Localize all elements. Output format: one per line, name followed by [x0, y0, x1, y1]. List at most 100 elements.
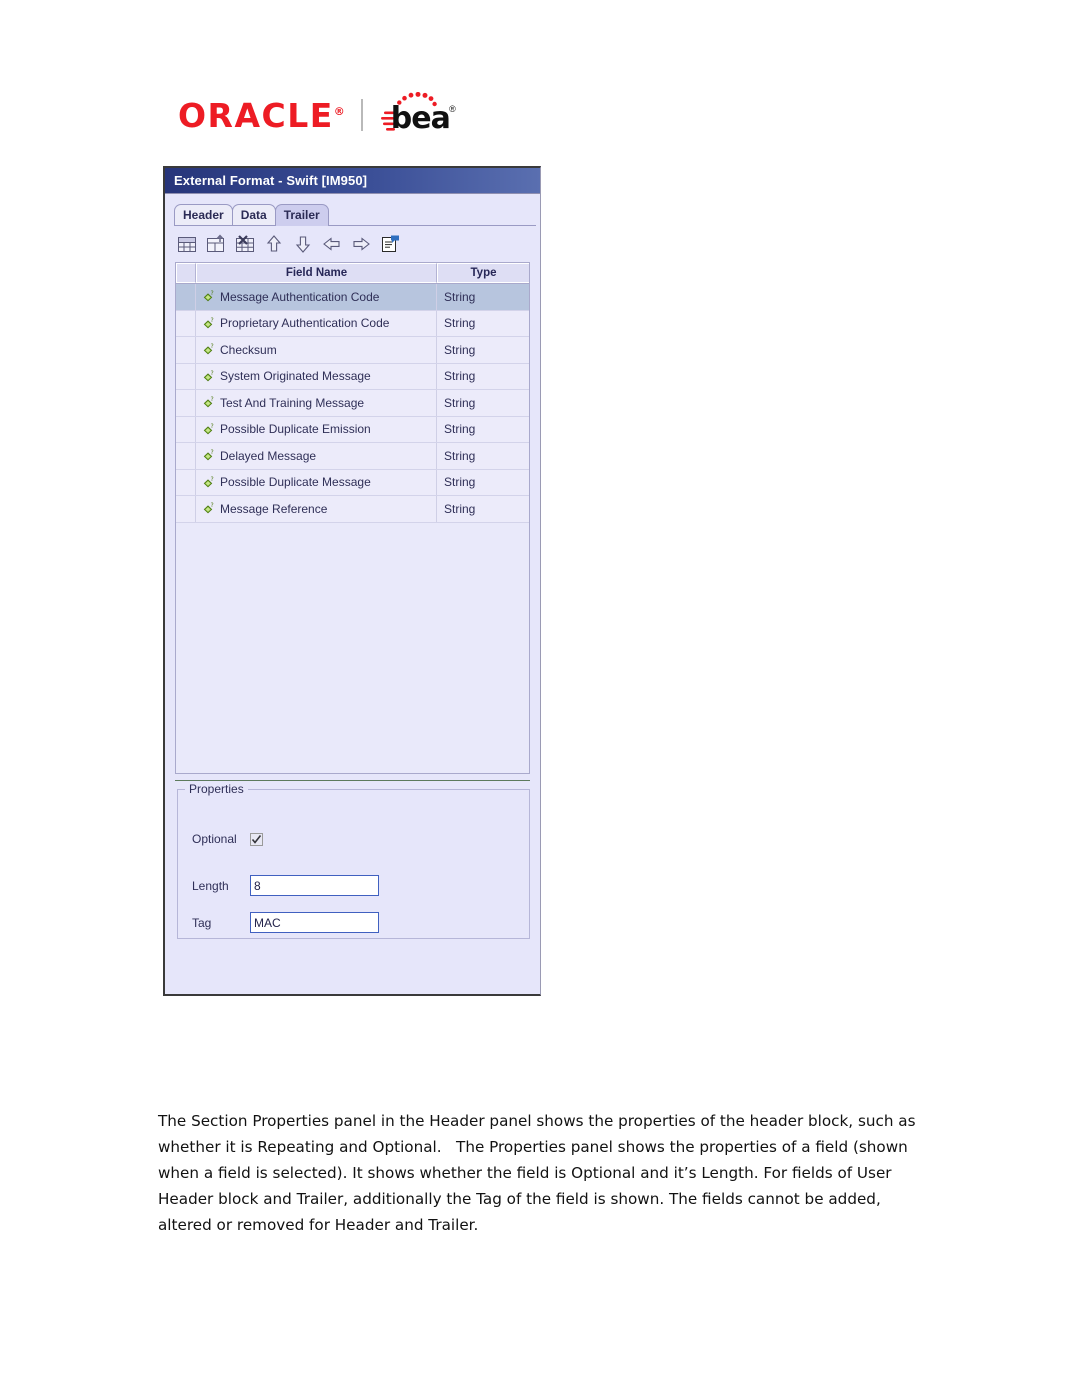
green-diamond-field-icon: ? — [202, 317, 215, 330]
move-down-icon[interactable] — [291, 232, 315, 256]
cell-type: String — [444, 448, 476, 463]
optional-checkbox[interactable] — [250, 832, 263, 846]
tag-label: Tag — [192, 915, 212, 930]
move-right-icon[interactable] — [349, 232, 373, 256]
field-name-text: Checksum — [220, 342, 277, 357]
move-left-icon[interactable] — [320, 232, 344, 256]
row-select-cell[interactable] — [176, 337, 196, 363]
cell-type: String — [444, 501, 476, 516]
table-body: ? Message Authentication Code String? Propr… — [176, 284, 529, 523]
svg-text:?: ? — [211, 317, 214, 324]
field-name-text: System Originated Message — [220, 369, 371, 384]
move-up-icon[interactable] — [262, 232, 286, 256]
checkmark-icon — [251, 834, 262, 844]
properties-legend: Properties — [185, 782, 248, 796]
optional-row: Optional — [192, 832, 263, 846]
svg-text:?: ? — [211, 343, 214, 350]
field-name-text: Possible Duplicate Emission — [220, 422, 371, 437]
row-select-cell[interactable] — [176, 363, 196, 389]
row-select-cell[interactable] — [176, 443, 196, 469]
cell-field-name: ? Proprietary Authentication Code — [196, 310, 437, 336]
row-select-cell[interactable] — [176, 310, 196, 336]
cell-type: String — [444, 369, 476, 384]
oracle-wordmark: ORACLE® — [178, 99, 345, 132]
green-diamond-field-icon: ? — [202, 290, 215, 303]
table-row[interactable]: ? Possible Duplicate Message String — [176, 469, 529, 496]
table-row[interactable]: ? Possible Duplicate Emission String — [176, 416, 529, 443]
field-name-text: Test And Training Message — [220, 395, 365, 410]
table-row[interactable]: ? Test And Training Message String — [176, 390, 529, 417]
row-select-cell[interactable] — [176, 496, 196, 522]
svg-text:?: ? — [211, 476, 214, 483]
svg-text:?: ? — [211, 502, 214, 509]
field-toolbar — [165, 226, 540, 262]
green-diamond-field-icon: ? — [202, 396, 215, 409]
delete-field-icon[interactable] — [233, 232, 257, 256]
description-paragraph: The Section Properties panel in the Head… — [158, 1112, 916, 1235]
length-row: Length — [192, 875, 379, 896]
oracle-wordmark-text: ORACLE — [178, 95, 334, 135]
field-name-text: Message Authentication Code — [220, 289, 380, 304]
window-title: External Format - Swift [IM950] — [174, 173, 368, 188]
cell-type: String — [444, 316, 476, 331]
cell-field-name: ? Possible Duplicate Emission — [196, 416, 437, 442]
cell-type: String — [444, 342, 476, 357]
properties-icon[interactable] — [378, 232, 402, 256]
length-label: Length — [192, 878, 229, 893]
column-header-select[interactable] — [176, 263, 196, 283]
oracle-registered-mark: ® — [333, 104, 345, 118]
svg-text:?: ? — [211, 370, 214, 377]
green-diamond-field-icon: ? — [202, 423, 215, 436]
row-select-cell[interactable] — [176, 416, 196, 442]
svg-text:?: ? — [211, 290, 214, 297]
svg-text:?: ? — [211, 423, 214, 430]
cell-field-name: ? Message Reference — [196, 496, 437, 522]
column-header-field-name[interactable]: Field Name — [196, 263, 437, 283]
tab-header[interactable]: Header — [174, 204, 233, 226]
field-table[interactable]: Field Name Type ? Message Authentication … — [175, 262, 530, 774]
row-select-cell[interactable] — [176, 390, 196, 416]
cell-type: String — [444, 475, 476, 490]
field-name-text: Delayed Message — [220, 448, 317, 463]
bea-registered-mark: ® — [449, 104, 456, 114]
cell-field-name: ? Message Authentication Code — [196, 284, 437, 310]
cell-field-name: ? Checksum — [196, 337, 437, 363]
bea-wordmark: bea — [390, 101, 451, 136]
tab-data[interactable]: Data — [231, 204, 276, 226]
svg-text:?: ? — [211, 396, 214, 403]
length-input[interactable] — [250, 875, 379, 896]
tag-input[interactable] — [250, 912, 379, 933]
panel-divider — [175, 780, 530, 781]
cell-field-name: ? Delayed Message — [196, 443, 437, 469]
table-row[interactable]: ? Message Reference String — [176, 496, 529, 523]
window-title-bar: External Format - Swift [IM950] — [165, 168, 540, 194]
external-format-window: External Format - Swift [IM950] Header D… — [163, 166, 541, 996]
column-header-type[interactable]: Type — [437, 263, 529, 283]
tab-trailer[interactable]: Trailer — [274, 204, 329, 226]
table-row[interactable]: ? Message Authentication Code String — [176, 284, 529, 311]
green-diamond-field-icon: ? — [202, 343, 215, 356]
table-row[interactable]: ? Checksum String — [176, 337, 529, 364]
svg-text:?: ? — [211, 449, 214, 456]
tab-underline — [174, 225, 536, 226]
cell-field-name: ? Possible Duplicate Message — [196, 469, 437, 495]
table-row[interactable]: ? System Originated Message String — [176, 363, 529, 390]
bea-logo: bea ® — [377, 92, 456, 138]
green-diamond-field-icon: ? — [202, 502, 215, 515]
green-diamond-field-icon: ? — [202, 449, 215, 462]
field-name-text: Message Reference — [220, 501, 328, 516]
cell-field-name: ? Test And Training Message — [196, 390, 437, 416]
cell-field-name: ? System Originated Message — [196, 363, 437, 389]
field-name-text: Possible Duplicate Message — [220, 475, 371, 490]
cell-type: String — [444, 395, 476, 410]
table-row[interactable]: ? Proprietary Authentication Code String — [176, 310, 529, 337]
table-row[interactable]: ? Delayed Message String — [176, 443, 529, 470]
row-select-cell[interactable] — [176, 284, 196, 310]
insert-row-icon[interactable] — [175, 232, 199, 256]
row-select-cell[interactable] — [176, 469, 196, 495]
add-field-icon[interactable] — [204, 232, 228, 256]
properties-panel: Properties Optional Length Tag — [177, 782, 530, 939]
optional-label: Optional — [192, 832, 237, 846]
green-diamond-field-icon: ? — [202, 476, 215, 489]
tab-strip: Header Data Trailer — [165, 194, 540, 226]
